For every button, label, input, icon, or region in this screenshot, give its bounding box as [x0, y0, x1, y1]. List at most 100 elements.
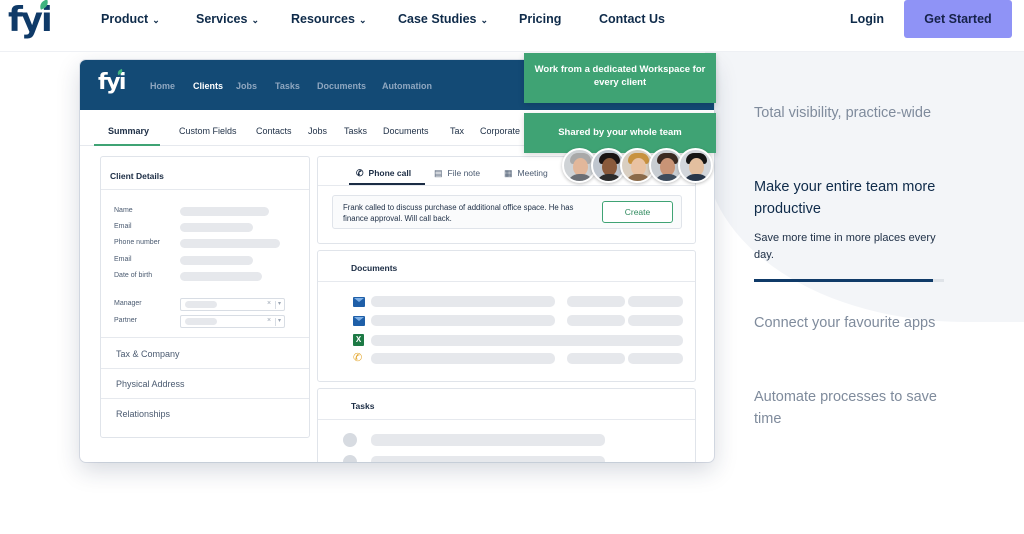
manager-select[interactable]: × ▾	[180, 298, 285, 311]
document-meta-placeholder	[628, 353, 683, 364]
tab-tasks[interactable]: Tasks	[344, 126, 367, 136]
page: fyi Product ⌄ Services ⌄ Resources ⌄ Case S…	[0, 0, 1024, 534]
documents-title: Documents	[351, 263, 398, 273]
feature-progress-fill	[754, 279, 933, 282]
note-text: Frank called to discuss purchase of addi…	[343, 203, 574, 223]
tab-phone-call[interactable]: ✆ Phone call	[356, 168, 411, 179]
email-icon	[353, 316, 365, 326]
active-tab-indicator	[94, 144, 160, 146]
task-name-placeholder	[371, 456, 605, 462]
top-navigation: fyi Product ⌄ Services ⌄ Resources ⌄ Case S…	[0, 0, 1024, 52]
fyi-logo[interactable]: fyi	[8, 0, 53, 38]
get-started-button[interactable]: Get Started	[904, 0, 1012, 38]
field-label-name: Name	[114, 207, 133, 214]
app-logo-text: fyi	[98, 70, 126, 95]
document-name-placeholder	[371, 335, 683, 346]
nav-product[interactable]: Product ⌄	[101, 12, 160, 27]
document-meta-placeholder	[628, 296, 683, 307]
tab-contacts[interactable]: Contacts	[256, 126, 292, 136]
clear-icon[interactable]: ×	[267, 317, 271, 324]
partner-select[interactable]: × ▾	[180, 315, 285, 328]
document-name-placeholder	[371, 315, 555, 326]
section-relationships[interactable]: Relationships	[116, 409, 170, 419]
task-name-placeholder	[371, 434, 605, 446]
phone-icon: ✆	[356, 168, 364, 178]
chevron-down-icon: ⌄	[480, 15, 489, 25]
document-name-placeholder	[371, 353, 555, 364]
feature-description: Save more time in more places every day.	[754, 232, 936, 261]
select-value-placeholder	[185, 301, 217, 308]
nav-contact-us[interactable]: Contact Us	[599, 12, 665, 26]
tab-custom-fields[interactable]: Custom Fields	[179, 126, 237, 136]
nav-label: Contact Us	[599, 12, 665, 26]
avatar	[678, 148, 713, 183]
document-meta-placeholder	[567, 315, 625, 326]
nav-label: Pricing	[519, 12, 562, 26]
field-value-placeholder	[180, 272, 262, 281]
select-value-placeholder	[185, 318, 217, 325]
tasks-panel: Tasks	[317, 388, 696, 462]
excel-icon: X	[353, 334, 364, 346]
field-label-date-of-birth: Date of birth	[114, 272, 153, 279]
field-label-partner: Partner	[114, 317, 137, 324]
field-label-phone-number: Phone number	[114, 239, 160, 246]
app-nav-automation[interactable]: Automation	[382, 81, 432, 91]
field-value-placeholder	[180, 207, 269, 216]
chevron-down-icon[interactable]: ▾	[278, 300, 281, 307]
nav-label: Services	[196, 12, 248, 26]
nav-services[interactable]: Services ⌄	[196, 12, 259, 27]
tab-label: Meeting	[517, 168, 548, 178]
app-nav-clients[interactable]: Clients	[193, 81, 223, 91]
tab-corporate[interactable]: Corporate	[480, 126, 520, 136]
login-link[interactable]: Login	[850, 12, 884, 26]
divider	[275, 318, 276, 326]
dedicated-workspace-callout: Work from a dedicated Workspace for ever…	[524, 53, 716, 103]
app-nav-documents[interactable]: Documents	[317, 81, 366, 91]
tab-documents[interactable]: Documents	[383, 126, 429, 136]
email-icon	[353, 297, 365, 307]
field-value-placeholder	[180, 256, 253, 265]
field-label-manager: Manager	[114, 300, 142, 307]
create-button[interactable]: Create	[602, 201, 673, 223]
section-physical-address[interactable]: Physical Address	[116, 379, 185, 389]
chevron-down-icon: ⌄	[251, 15, 259, 25]
app-logo: fyi	[98, 68, 126, 95]
divider	[101, 337, 309, 338]
app-nav-tasks[interactable]: Tasks	[275, 81, 300, 91]
field-label-email: Email	[114, 223, 132, 230]
nav-pricing[interactable]: Pricing	[519, 12, 561, 26]
field-label-email-2: Email	[114, 256, 132, 263]
divider	[101, 189, 309, 190]
clear-icon[interactable]: ×	[267, 300, 271, 307]
section-tax-company[interactable]: Tax & Company	[116, 349, 180, 359]
phone-icon: ✆	[353, 352, 363, 364]
divider	[101, 368, 309, 369]
chevron-down-icon[interactable]: ▾	[278, 317, 281, 324]
shared-team-callout: Shared by your whole team	[524, 113, 716, 153]
app-nav-home[interactable]: Home	[150, 81, 175, 91]
app-nav-jobs[interactable]: Jobs	[236, 81, 257, 91]
tab-summary[interactable]: Summary	[108, 126, 149, 136]
nav-label: Case Studies	[398, 12, 477, 26]
client-details-title: Client Details	[110, 171, 164, 181]
task-checkbox[interactable]	[343, 455, 357, 462]
divider	[101, 398, 309, 399]
nav-case-studies[interactable]: Case Studies ⌄	[398, 12, 488, 27]
feature-connect-apps[interactable]: Connect your favourite apps	[754, 312, 954, 334]
task-checkbox[interactable]	[343, 433, 357, 447]
divider	[318, 281, 695, 282]
feature-automate[interactable]: Automate processes to save time	[754, 386, 954, 430]
chevron-down-icon: ⌄	[358, 15, 367, 25]
phone-call-note[interactable]: Frank called to discuss purchase of addi…	[332, 195, 682, 229]
calendar-icon: ▦	[504, 168, 513, 178]
nav-resources[interactable]: Resources ⌄	[291, 12, 366, 27]
field-value-placeholder	[180, 223, 253, 232]
tab-tax[interactable]: Tax	[450, 126, 464, 136]
tab-file-note[interactable]: ▤ File note	[434, 168, 480, 179]
tab-jobs[interactable]: Jobs	[308, 126, 327, 136]
document-meta-placeholder	[628, 315, 683, 326]
tab-meeting[interactable]: ▦ Meeting	[504, 168, 548, 179]
divider	[318, 419, 695, 420]
feature-total-visibility[interactable]: Total visibility, practice-wide	[754, 102, 954, 124]
feature-team-productive[interactable]: Make your entire team more productive	[754, 176, 954, 220]
